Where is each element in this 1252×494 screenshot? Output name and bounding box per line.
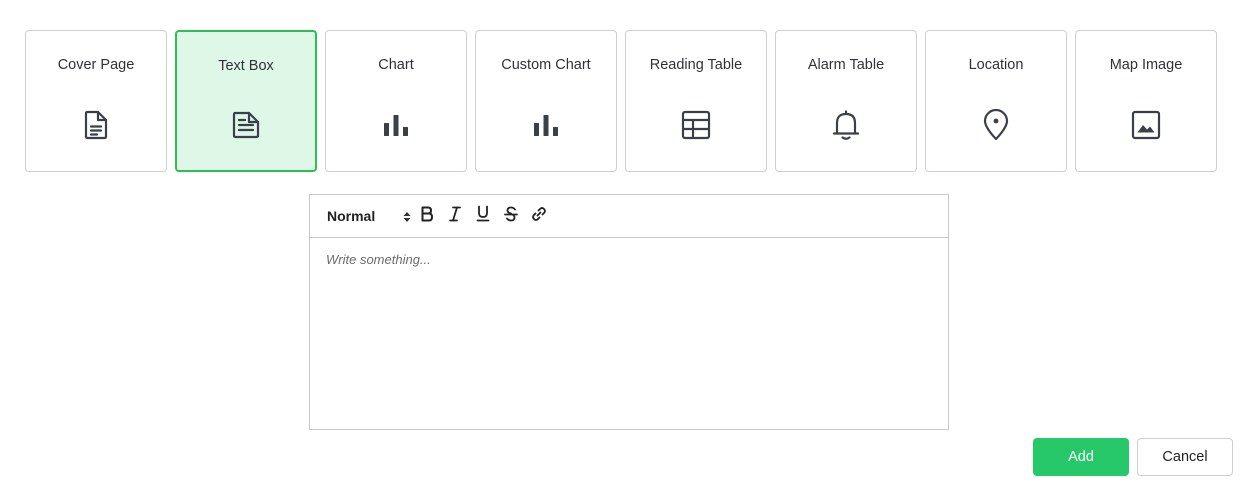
add-component-panel: Cover Page Text Box Chart Custom Chart R… — [0, 0, 1252, 494]
card-label: Cover Page — [57, 57, 135, 73]
card-label: Location — [968, 57, 1024, 73]
card-label: Custom Chart — [501, 57, 591, 73]
bold-icon — [420, 206, 434, 227]
editor-toolbar: Normal — [310, 195, 948, 238]
table-icon — [681, 110, 711, 140]
image-icon — [1131, 110, 1161, 140]
component-type-list: Cover Page Text Box Chart Custom Chart R… — [25, 30, 1217, 172]
document-icon — [81, 110, 111, 140]
card-label: Map Image — [1109, 57, 1183, 73]
card-label: Text Box — [218, 58, 274, 74]
link-icon — [531, 206, 547, 227]
map-pin-icon — [981, 109, 1011, 141]
card-location[interactable]: Location — [925, 30, 1067, 172]
strikethrough-button[interactable] — [497, 204, 525, 228]
card-reading-table[interactable]: Reading Table — [625, 30, 767, 172]
bell-icon — [831, 110, 861, 140]
card-label: Chart — [378, 57, 414, 73]
text-document-icon — [231, 110, 261, 140]
underline-icon — [476, 205, 490, 227]
text-format-value: Normal — [327, 208, 376, 224]
cancel-button[interactable]: Cancel — [1137, 438, 1233, 476]
card-cover-page[interactable]: Cover Page — [25, 30, 167, 172]
italic-button[interactable] — [441, 204, 469, 228]
card-label: Reading Table — [649, 57, 743, 73]
link-button[interactable] — [525, 204, 553, 228]
bar-chart-icon — [381, 110, 411, 140]
strikethrough-icon — [504, 206, 518, 227]
card-text-box[interactable]: Text Box — [175, 30, 317, 172]
text-format-select[interactable]: Normal — [327, 204, 413, 228]
card-label: Alarm Table — [807, 57, 885, 73]
bar-chart-icon — [531, 110, 561, 140]
underline-button[interactable] — [469, 204, 497, 228]
card-chart[interactable]: Chart — [325, 30, 467, 172]
card-alarm-table[interactable]: Alarm Table — [775, 30, 917, 172]
bold-button[interactable] — [413, 204, 441, 228]
add-button[interactable]: Add — [1033, 438, 1129, 476]
card-custom-chart[interactable]: Custom Chart — [475, 30, 617, 172]
select-arrows-icon — [403, 210, 411, 226]
rich-text-editor: Normal Write something... — [309, 194, 949, 430]
italic-icon — [448, 206, 462, 227]
editor-text-area[interactable]: Write something... — [310, 238, 948, 416]
card-map-image[interactable]: Map Image — [1075, 30, 1217, 172]
